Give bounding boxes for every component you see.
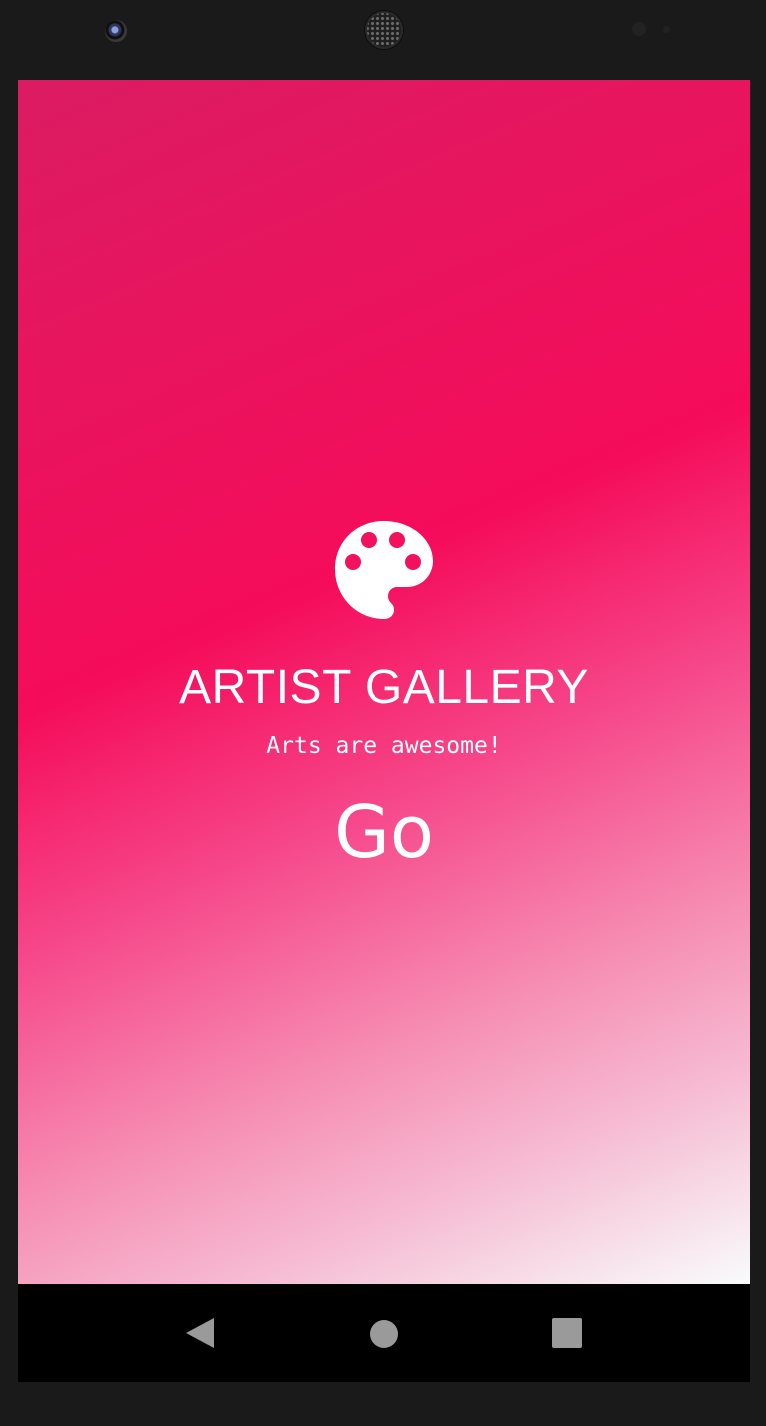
splash-screen: ARTIST GALLERY Arts are awesome! Go	[18, 80, 750, 1284]
go-button[interactable]: Go	[334, 792, 434, 872]
app-title: ARTIST GALLERY	[179, 661, 589, 714]
palette-icon	[335, 521, 433, 619]
earpiece-speaker	[365, 11, 403, 49]
back-triangle-icon[interactable]	[184, 1317, 216, 1349]
proximity-sensor	[632, 22, 646, 36]
front-camera	[105, 20, 127, 42]
app-tagline: Arts are awesome!	[266, 733, 502, 759]
recents-square-icon[interactable]	[551, 1317, 583, 1349]
phone-device: ARTIST GALLERY Arts are awesome! Go	[0, 0, 766, 1426]
android-navigation-bar	[18, 1284, 750, 1382]
splash-content: ARTIST GALLERY Arts are awesome! Go	[18, 520, 750, 872]
home-circle-icon[interactable]	[369, 1319, 399, 1349]
light-sensor	[663, 26, 670, 33]
